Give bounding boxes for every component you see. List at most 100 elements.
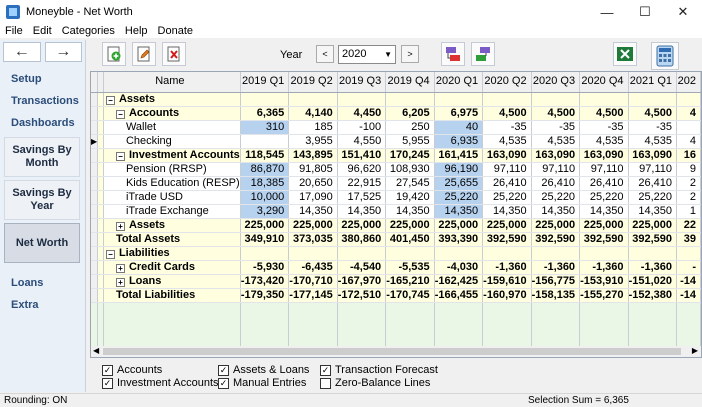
value-cell[interactable]: 14,350	[288, 204, 338, 219]
column-header[interactable]: 2020 Q2	[482, 72, 532, 93]
value-cell[interactable]: 392,590	[531, 232, 581, 247]
collapse-icon[interactable]: −	[105, 95, 115, 105]
column-header[interactable]: 2020 Q1	[434, 72, 484, 93]
value-cell[interactable]: 163,090	[628, 148, 678, 163]
checkbox-box[interactable]: ✓	[102, 364, 113, 376]
value-cell[interactable]: 10,000	[240, 190, 290, 205]
value-cell[interactable]: 96,620	[337, 162, 387, 177]
table-row[interactable]: iTrade USD 10,000 17,090 17,525 19,420 25,220…	[91, 190, 701, 205]
value-cell[interactable]: 4,535	[628, 134, 678, 149]
checkbox-box[interactable]	[320, 377, 331, 389]
row-name[interactable]: Pension (RRSP)	[103, 162, 241, 177]
value-cell[interactable]: 26,410	[531, 176, 581, 191]
value-cell[interactable]: 393,390	[434, 232, 484, 247]
row-name[interactable]: − Investment Accounts	[103, 148, 241, 163]
value-cell[interactable]: 4,140	[288, 106, 338, 121]
value-cell[interactable]: 97,110	[628, 162, 678, 177]
scroll-left-icon[interactable]: ◀	[93, 346, 99, 355]
value-cell[interactable]	[385, 92, 435, 107]
value-cell[interactable]	[628, 246, 678, 261]
menu-help[interactable]: Help	[120, 24, 153, 38]
table-row[interactable]: Pension (RRSP) 86,870 91,805 96,620 108,930 9…	[91, 162, 701, 177]
table-group-row[interactable]: − Accounts 6,365 4,140 4,450 6,205 6,975 4,500 4…	[91, 106, 701, 121]
row-indicator[interactable]	[91, 176, 99, 191]
collapse-icon[interactable]: −	[105, 249, 115, 259]
value-cell[interactable]: -35	[531, 120, 581, 135]
row-indicator[interactable]	[91, 92, 99, 107]
menu-donate[interactable]: Donate	[153, 24, 198, 38]
sidebar-tile-net-worth[interactable]: Net Worth	[4, 223, 80, 263]
value-cell[interactable]: 380,860	[337, 232, 387, 247]
checkbox-investment-accounts[interactable]: ✓ Investment Accounts	[102, 377, 219, 389]
value-cell[interactable]: 22,915	[337, 176, 387, 191]
value-cell[interactable]: -172,510	[337, 288, 387, 303]
value-cell[interactable]: -152,380	[628, 288, 678, 303]
value-cell[interactable]: 1	[676, 204, 701, 219]
value-cell[interactable]: 14,350	[628, 204, 678, 219]
value-cell[interactable]: -1,360	[482, 260, 532, 275]
value-cell[interactable]	[482, 246, 532, 261]
value-cell[interactable]: 4	[676, 106, 701, 121]
value-cell[interactable]: 225,000	[240, 218, 290, 233]
value-cell[interactable]: 6,935	[434, 134, 484, 149]
value-cell[interactable]: -1,360	[531, 260, 581, 275]
row-indicator[interactable]	[91, 120, 99, 135]
checkbox-zero-balance-lines[interactable]: Zero-Balance Lines	[320, 377, 430, 389]
value-cell[interactable]: 91,805	[288, 162, 338, 177]
value-cell[interactable]: 4,500	[628, 106, 678, 121]
row-indicator[interactable]	[91, 260, 99, 275]
value-cell[interactable]	[288, 92, 338, 107]
checkbox-assets-loans[interactable]: ✓ Assets & Loans	[218, 364, 309, 376]
value-cell[interactable]: 163,090	[482, 148, 532, 163]
value-cell[interactable]: -1,360	[579, 260, 629, 275]
value-cell[interactable]: 5,955	[385, 134, 435, 149]
table-group-row[interactable]: Total Liabilities -179,350 -177,145 -172,51…	[91, 288, 701, 303]
value-cell[interactable]: -14	[676, 288, 701, 303]
value-cell[interactable]: 4,500	[579, 106, 629, 121]
value-cell[interactable]	[579, 246, 629, 261]
column-header[interactable]: 2020 Q3	[531, 72, 581, 93]
value-cell[interactable]: -170,710	[288, 274, 338, 289]
value-cell[interactable]: 96,190	[434, 162, 484, 177]
row-indicator[interactable]	[91, 204, 99, 219]
value-cell[interactable]: 225,000	[337, 218, 387, 233]
collapse-icon[interactable]: −	[115, 109, 125, 119]
value-cell[interactable]: -166,455	[434, 288, 484, 303]
value-cell[interactable]: 4,550	[337, 134, 387, 149]
net-worth-grid[interactable]: Name 2019 Q1 2019 Q2 2019 Q3 2019 Q4 202…	[90, 71, 702, 358]
value-cell[interactable]: 392,590	[628, 232, 678, 247]
value-cell[interactable]: 225,000	[434, 218, 484, 233]
sidebar-item-transactions[interactable]: Transactions	[0, 90, 85, 112]
expand-icon[interactable]: +	[115, 221, 125, 231]
value-cell[interactable]	[676, 246, 701, 261]
collapse-rows-icon[interactable]	[441, 42, 465, 66]
checkbox-box[interactable]: ✓	[320, 364, 331, 376]
value-cell[interactable]: 373,035	[288, 232, 338, 247]
calculator-icon[interactable]	[651, 42, 679, 70]
menu-categories[interactable]: Categories	[57, 24, 120, 38]
row-name[interactable]: Wallet	[103, 120, 241, 135]
row-name[interactable]: Kids Education (RESP)	[103, 176, 241, 191]
row-indicator[interactable]	[91, 106, 99, 121]
value-cell[interactable]	[531, 92, 581, 107]
value-cell[interactable]: -173,420	[240, 274, 290, 289]
edit-icon[interactable]	[132, 42, 156, 66]
sidebar-item-loans[interactable]: Loans	[0, 272, 85, 294]
table-row[interactable]: ▶ Checking 6,055 3,955 4,550 5,955 6,935 4,535 4…	[91, 134, 701, 149]
year-next-button[interactable]: >	[401, 45, 419, 63]
value-cell[interactable]: 225,000	[288, 218, 338, 233]
value-cell[interactable]	[385, 246, 435, 261]
value-cell[interactable]: 86,870	[240, 162, 290, 177]
value-cell[interactable]: -160,970	[482, 288, 532, 303]
value-cell[interactable]	[482, 92, 532, 107]
value-cell[interactable]: 25,655	[434, 176, 484, 191]
value-cell[interactable]: 392,590	[579, 232, 629, 247]
table-group-row[interactable]: − Liabilities	[91, 246, 701, 261]
collapse-icon[interactable]: −	[115, 151, 125, 161]
menu-edit[interactable]: Edit	[28, 24, 57, 38]
table-group-row[interactable]: − Investment Accounts 118,545 143,895 151,41…	[91, 148, 701, 163]
value-cell[interactable]: 161,415	[434, 148, 484, 163]
back-arrow-icon[interactable]: ←	[3, 42, 41, 62]
value-cell[interactable]	[240, 246, 290, 261]
value-cell[interactable]: -153,910	[579, 274, 629, 289]
